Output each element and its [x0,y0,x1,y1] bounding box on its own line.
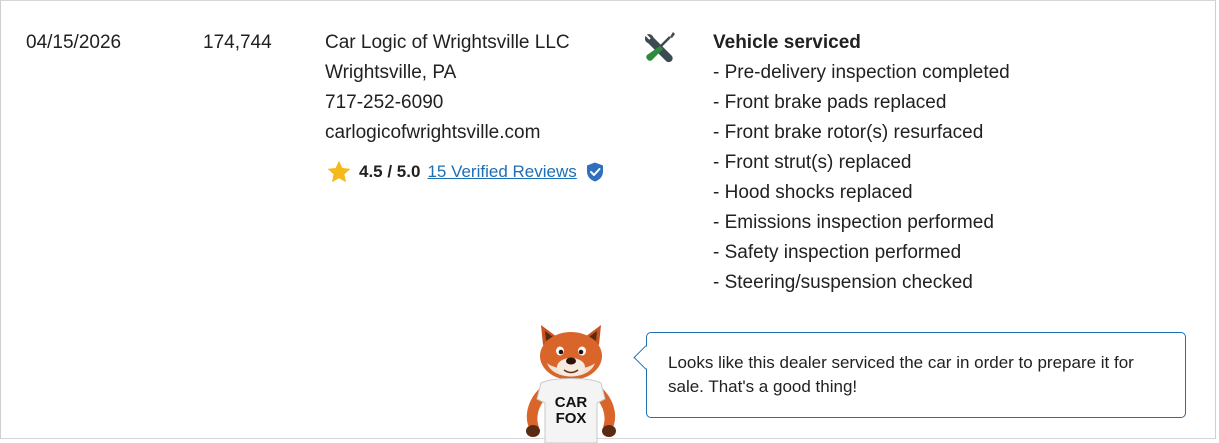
dealer-phone: 717-252-6090 [325,92,444,113]
service-history-record: 04/15/2026 174,744 Car Logic of Wrightsv… [0,0,1216,443]
service-item: - Steering/suspension checked [713,272,973,293]
bubble-tail [633,345,658,370]
dealer-rating: 4.5 / 5.0 15 Verified Reviews [326,158,604,186]
service-item: - Pre-delivery inspection completed [713,62,1010,83]
carfox-mascot: CAR FOX [526,325,616,443]
tip-message: Looks like this dealer serviced the car … [668,353,1134,396]
dealer-info: Car Logic of Wrightsville LLC Wrightsvil… [325,28,570,148]
tools-icon [644,32,675,63]
mascot-shirt-line1: CAR [555,394,588,411]
service-item: - Emissions inspection performed [713,212,994,233]
service-details: Vehicle serviced - Pre-delivery inspecti… [713,28,1010,298]
dealer-name: Car Logic of Wrightsville LLC [325,32,570,53]
rating-score: 4.5 / 5.0 [359,162,421,181]
verified-reviews-link[interactable]: 15 Verified Reviews [427,162,576,182]
dealer-tip-bubble: Looks like this dealer serviced the car … [633,332,1186,418]
dealer-website: carlogicofwrightsville.com [325,122,541,143]
service-item: - Front brake rotor(s) resurfaced [713,122,984,143]
service-item: - Front brake pads replaced [713,92,947,113]
mascot-shirt-line2: FOX [556,410,587,427]
dealer-location: Wrightsville, PA [325,62,457,83]
record-date: 04/15/2026 [26,32,122,53]
service-title: Vehicle serviced [713,32,861,53]
service-item: - Hood shocks replaced [713,182,913,203]
service-item: - Front strut(s) replaced [713,152,912,173]
verified-shield-icon [586,162,603,182]
odometer-reading: 174,744 [203,32,272,53]
star-icon [327,160,351,183]
service-item: - Safety inspection performed [713,242,962,263]
